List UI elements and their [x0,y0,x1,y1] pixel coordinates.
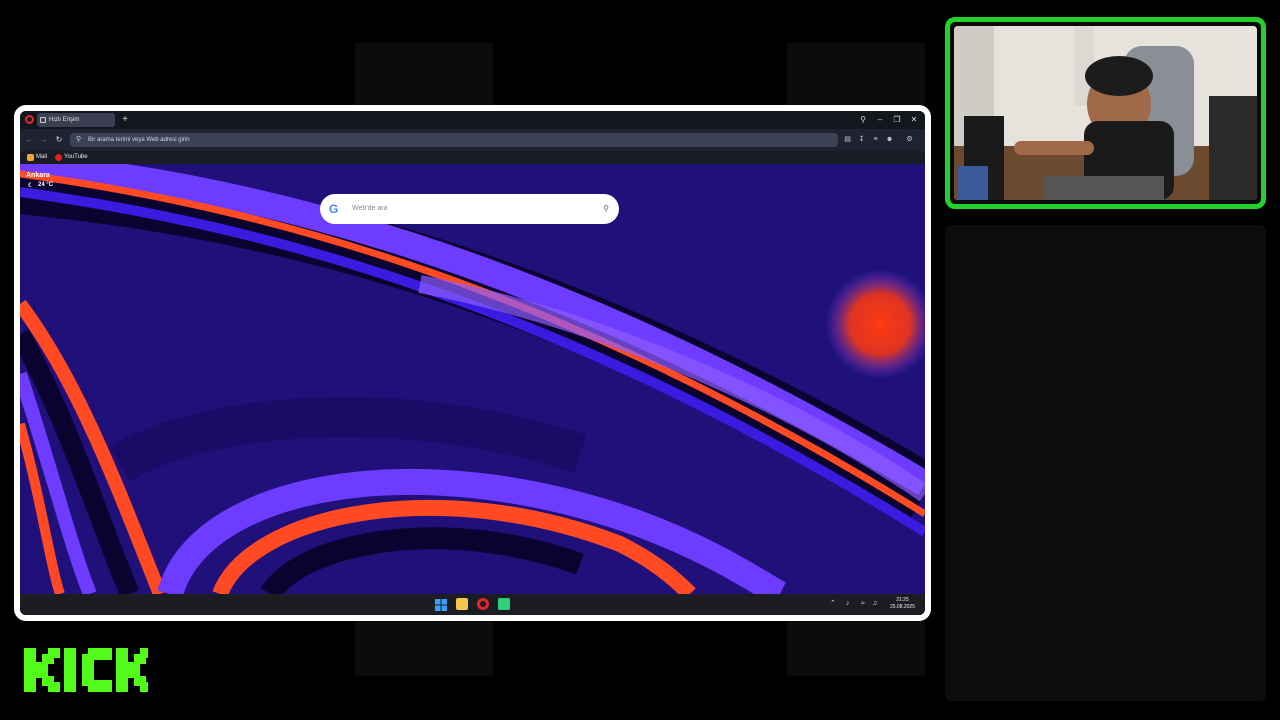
weather-city: Ankara [26,172,50,179]
new-tab-button[interactable]: + [119,114,131,126]
chat-panel [945,225,1266,701]
opera-menu-icon[interactable] [25,115,34,124]
wallpaper [20,164,925,594]
google-search-box[interactable]: G Web'de ara ⚲ [320,194,619,224]
search-tabs-icon[interactable]: ⚲ [856,113,870,127]
background-panel [787,43,925,105]
close-button[interactable]: ✕ [907,113,921,127]
windows-start-icon[interactable] [435,598,447,611]
webcam-video [954,26,1257,200]
browser-window: Hızlı Erişim + ⚲ – ❐ ✕ ← → ↻ ⚲ Bir arama… [20,111,925,615]
bookmarks-bar: Mail YouTube [20,151,925,164]
snapshot-icon[interactable]: ▤ [842,134,853,146]
tab-title: Hızlı Erişim [49,117,80,123]
tab-quick-access[interactable]: Hızlı Erişim [37,113,115,127]
microphone-icon[interactable]: ♪ [846,599,850,609]
search-icon[interactable]: ⚲ [603,203,609,215]
clock[interactable]: 21:25 25.08.2025 [890,597,915,611]
search-placeholder: Web'de ara [352,205,388,212]
file-explorer-icon[interactable] [456,598,468,610]
moon-icon: ☾ [28,183,34,189]
mail-icon [27,154,34,161]
wifi-icon[interactable]: ≈ [861,599,865,609]
maximize-button[interactable]: ❐ [890,113,904,127]
reload-button[interactable]: ↻ [53,134,65,146]
back-button[interactable]: ← [23,134,35,146]
bookmark-youtube[interactable]: YouTube [54,152,88,163]
background-panel [787,621,925,676]
download-icon[interactable]: ↧ [856,134,867,146]
navigation-bar: ← → ↻ ⚲ Bir arama terimi veya Web adresi… [20,129,925,151]
screen-capture: Hızlı Erişim + ⚲ – ❐ ✕ ← → ↻ ⚲ Bir arama… [14,105,931,621]
kick-logo [24,648,148,692]
address-placeholder: Bir arama terimi veya Web adresi girin [88,137,190,143]
tab-strip: Hızlı Erişim + ⚲ – ❐ ✕ [20,111,925,129]
windows-taskbar: ⌃ ♪ ≈ ♫ 21:25 25.08.2025 [20,594,925,615]
background-panel [355,621,493,676]
speed-dial-page: Ankara ☾ 24 °C G Web'de ara ⚲ [20,164,925,594]
clock-time: 21:25 [896,597,909,603]
settings-icon[interactable]: ⚙ [904,134,915,146]
google-icon: G [329,202,339,216]
menu-icon[interactable]: ≡ [870,134,881,146]
profile-icon[interactable]: ☻ [884,134,895,146]
app-taskbar-icon[interactable] [498,598,510,610]
grid-icon [40,117,46,123]
clock-date: 25.08.2025 [889,604,915,610]
chevron-up-icon[interactable]: ⌃ [830,599,836,609]
youtube-icon [55,154,62,161]
opera-taskbar-icon[interactable] [477,598,489,610]
background-panel [355,43,493,105]
bookmark-label: YouTube [64,154,88,160]
weather-temp: ☾ 24 °C [28,182,54,189]
forward-button[interactable]: → [38,134,50,146]
bookmark-label: Mail [36,154,48,160]
address-bar[interactable]: ⚲ Bir arama terimi veya Web adresi girin [70,133,838,147]
bookmark-mail[interactable]: Mail [26,152,47,163]
minimize-button[interactable]: – [873,113,887,127]
temperature-value: 24 °C [38,182,54,188]
search-icon: ⚲ [76,136,82,143]
webcam-frame [945,17,1266,209]
stream-overlay: Hızlı Erişim + ⚲ – ❐ ✕ ← → ↻ ⚲ Bir arama… [0,0,1280,720]
volume-icon[interactable]: ♫ [872,599,877,609]
